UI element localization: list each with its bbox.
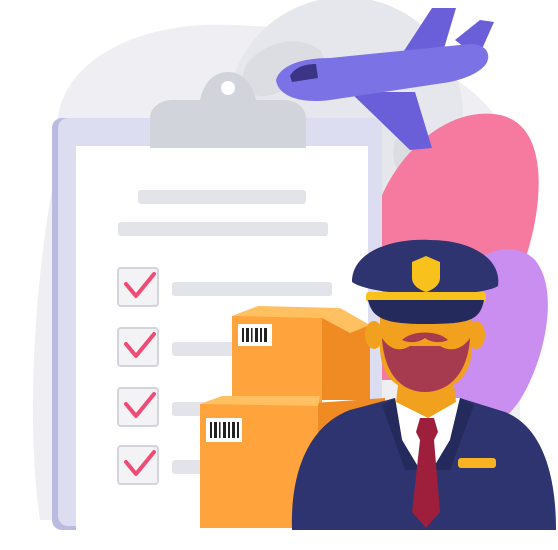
text-line	[138, 190, 306, 204]
text-line	[118, 222, 328, 236]
customs-illustration	[0, 0, 558, 550]
barcode-icon	[206, 418, 242, 442]
name-tag	[458, 458, 496, 468]
cap-icon	[352, 239, 499, 324]
barcode-icon	[238, 324, 272, 346]
cap-badge-icon	[412, 256, 440, 292]
illustration-canvas	[32, 0, 556, 530]
